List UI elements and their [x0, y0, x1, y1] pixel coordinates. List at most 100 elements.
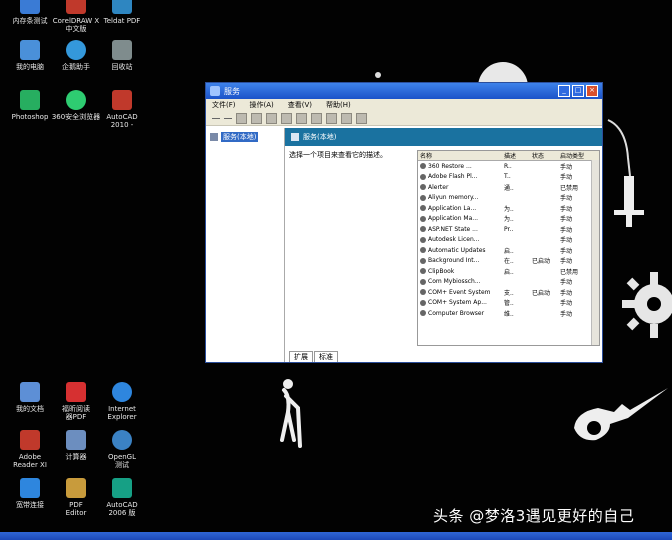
- service-name-cell: ClipBook: [418, 268, 502, 275]
- menu-bar: 文件(F) 操作(A) 查看(V) 帮助(H): [206, 99, 602, 111]
- refresh-icon[interactable]: [266, 112, 277, 124]
- menu-view[interactable]: 查看(V): [288, 100, 312, 110]
- service-name-cell: Com Mybiossch...: [418, 278, 502, 285]
- vertical-scrollbar[interactable]: [591, 160, 599, 345]
- list-item[interactable]: Autodesk Licen... 手动: [418, 235, 599, 246]
- service-name: Application La...: [428, 204, 477, 212]
- menu-file[interactable]: 文件(F): [212, 100, 236, 110]
- start-service-icon[interactable]: [311, 112, 322, 124]
- stop-service-icon[interactable]: [326, 112, 337, 124]
- details-header: 服务(本地): [285, 128, 602, 146]
- service-startup-type: 手动: [560, 163, 573, 171]
- service-name-cell: COM+ Event System: [418, 289, 502, 296]
- column-header-startup-type[interactable]: 启动类型: [558, 151, 590, 160]
- service-name-cell: 360 Restore ...: [418, 163, 502, 170]
- list-item[interactable]: COM+ Event System 支.. 已启动 手动: [418, 287, 599, 298]
- service-startup-type: 手动: [560, 289, 573, 297]
- export-icon[interactable]: [281, 112, 292, 124]
- wallpaper-gear-shape: [622, 272, 672, 338]
- forward-arrow-icon[interactable]: [224, 117, 232, 119]
- service-startup-type: 手动: [560, 258, 573, 266]
- service-startup-type: 已禁用: [560, 184, 579, 192]
- service-description: 为..: [504, 205, 514, 213]
- gear-icon: [210, 133, 218, 141]
- service-name: Com Mybiossch...: [428, 278, 481, 286]
- column-header-description[interactable]: 描述: [502, 151, 530, 160]
- back-arrow-icon[interactable]: [212, 117, 220, 119]
- desktop-icon-recycle-bin[interactable]: 回收站: [94, 40, 150, 71]
- column-header-name[interactable]: 名称: [418, 151, 502, 160]
- gear-icon: [420, 163, 426, 170]
- service-name-cell: Computer Browser: [418, 310, 502, 317]
- desktop-icon-label: AutoCAD 2006 版: [106, 501, 138, 517]
- network-icon: [20, 478, 40, 498]
- desktop-icon-14[interactable]: OpenGL 测试: [94, 430, 150, 469]
- list-item[interactable]: Application Ma... 为.. 手动: [418, 214, 599, 225]
- list-item[interactable]: COM+ System Ap... 管.. 手动: [418, 298, 599, 309]
- list-item[interactable]: Background Int... 在.. 已启动 手动: [418, 256, 599, 267]
- watermark-text: 头条 @梦洛3遇见更好的自己: [433, 507, 635, 525]
- maximize-button[interactable]: □: [572, 85, 584, 97]
- service-startup-type: 手动: [560, 237, 573, 245]
- gear-icon: [420, 289, 426, 296]
- desktop-icon-label: OpenGL 测试: [107, 453, 137, 469]
- list-item[interactable]: Com Mybiossch... 手动: [418, 277, 599, 288]
- menu-action[interactable]: 操作(A): [250, 100, 274, 110]
- close-button[interactable]: ×: [586, 85, 598, 97]
- window-body: 服务(本地) 服务(本地) 选择一个项目来查看它的描述。 名称 描述 状态 启动…: [206, 128, 602, 362]
- service-name: Autodesk Licen...: [428, 236, 480, 244]
- column-header-status[interactable]: 状态: [530, 151, 558, 160]
- help-icon[interactable]: [296, 112, 307, 124]
- gear-icon: [420, 184, 426, 191]
- desktop-icon-8[interactable]: AutoCAD 2010 -: [94, 90, 150, 129]
- service-startup-type: 手动: [560, 216, 573, 224]
- desktop-icon-2[interactable]: Teldat PDF: [94, 0, 150, 25]
- menu-help[interactable]: 帮助(H): [326, 100, 351, 110]
- service-startup-type: 已禁用: [560, 268, 579, 276]
- pause-service-icon[interactable]: [341, 112, 352, 124]
- list-item[interactable]: Alerter 通.. 已禁用: [418, 182, 599, 193]
- list-item[interactable]: Adobe Flash Pl... T.. 手动: [418, 172, 599, 183]
- minimize-button[interactable]: _: [558, 85, 570, 97]
- toolbar: [206, 111, 602, 126]
- list-item[interactable]: Computer Browser 维.. 手动: [418, 308, 599, 319]
- list-item[interactable]: 360 Restore ... R.. 手动: [418, 161, 599, 172]
- service-description: T..: [504, 173, 511, 181]
- tab-extended[interactable]: 扩展: [289, 351, 313, 362]
- service-startup-type: 手动: [560, 279, 573, 287]
- app-icon: [112, 430, 132, 450]
- list-item[interactable]: ASP.NET State ... Pr.. 手动: [418, 224, 599, 235]
- service-description: R..: [504, 162, 512, 170]
- service-name-cell: Aliyun memory...: [418, 194, 502, 201]
- gear-icon: [420, 278, 426, 285]
- service-startup-type: 手动: [560, 300, 573, 308]
- services-window: 服务 _ □ × 文件(F) 操作(A) 查看(V) 帮助(H) 服务(本地) …: [205, 82, 603, 363]
- tree-node-label: 服务(本地): [221, 132, 259, 142]
- view-tabs: 扩展 标准: [285, 348, 602, 362]
- folder-icon: [20, 382, 40, 402]
- desktop: 内存条测试 CorelDRAW X 中文版 Teldat PDF 我的电脑 企鹅…: [0, 0, 672, 540]
- service-startup-type: 手动: [560, 174, 573, 182]
- desktop-icon-17[interactable]: AutoCAD 2006 版: [94, 478, 150, 517]
- gear-icon: [420, 215, 426, 222]
- list-item[interactable]: Aliyun memory... 手动: [418, 193, 599, 204]
- tree-node-services-local[interactable]: 服务(本地): [210, 132, 259, 142]
- taskbar[interactable]: [0, 532, 672, 540]
- service-name: COM+ Event System: [428, 288, 491, 296]
- desktop-icon-ie[interactable]: Internet Explorer: [94, 382, 150, 421]
- list-item[interactable]: Application La... 为.. 手动: [418, 203, 599, 214]
- wallpaper-hook-shape: [607, 119, 644, 227]
- service-name: Alerter: [428, 183, 449, 191]
- restart-service-icon[interactable]: [356, 112, 367, 124]
- list-item[interactable]: Automatic Updates 启.. 手动: [418, 245, 599, 256]
- tab-standard[interactable]: 标准: [314, 351, 338, 362]
- properties-icon[interactable]: [251, 112, 262, 124]
- window-titlebar[interactable]: 服务 _ □ ×: [206, 83, 602, 99]
- show-tree-icon[interactable]: [236, 112, 247, 124]
- service-name: COM+ System Ap...: [428, 299, 487, 307]
- list-item[interactable]: ClipBook 启.. 已禁用: [418, 266, 599, 277]
- service-startup-type: 手动: [560, 247, 573, 255]
- gear-icon: [291, 133, 299, 141]
- browser-icon: [66, 90, 86, 110]
- service-description: 为..: [504, 216, 514, 224]
